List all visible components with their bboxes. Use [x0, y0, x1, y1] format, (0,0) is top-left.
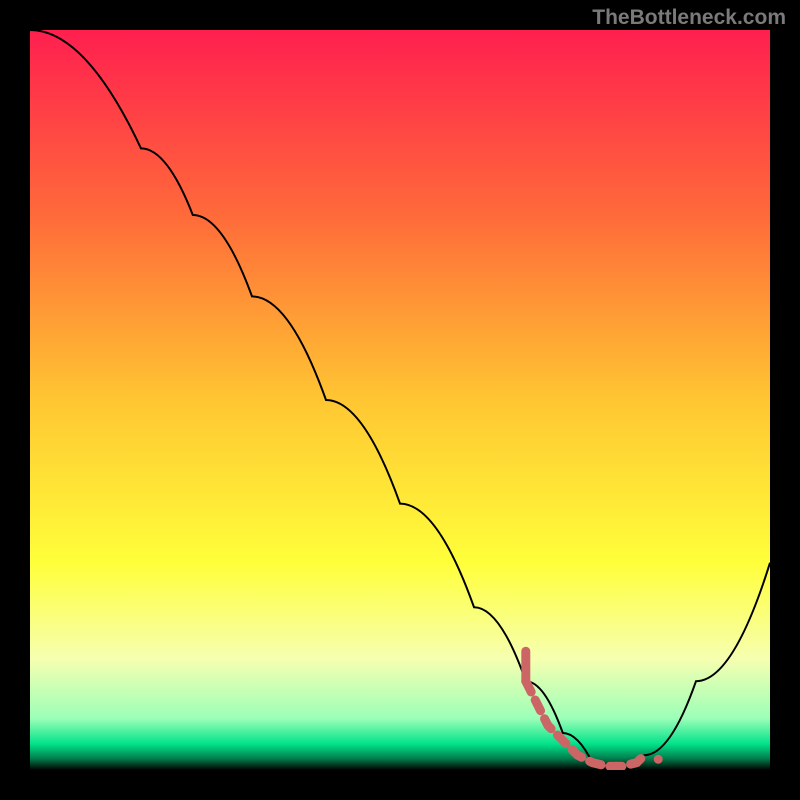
bottleneck-curve-line [30, 30, 770, 770]
highlight-segment [526, 651, 663, 766]
watermark-text: TheBottleneck.com [592, 6, 786, 30]
chart-plot-area [30, 30, 770, 770]
chart-curves [30, 30, 770, 770]
